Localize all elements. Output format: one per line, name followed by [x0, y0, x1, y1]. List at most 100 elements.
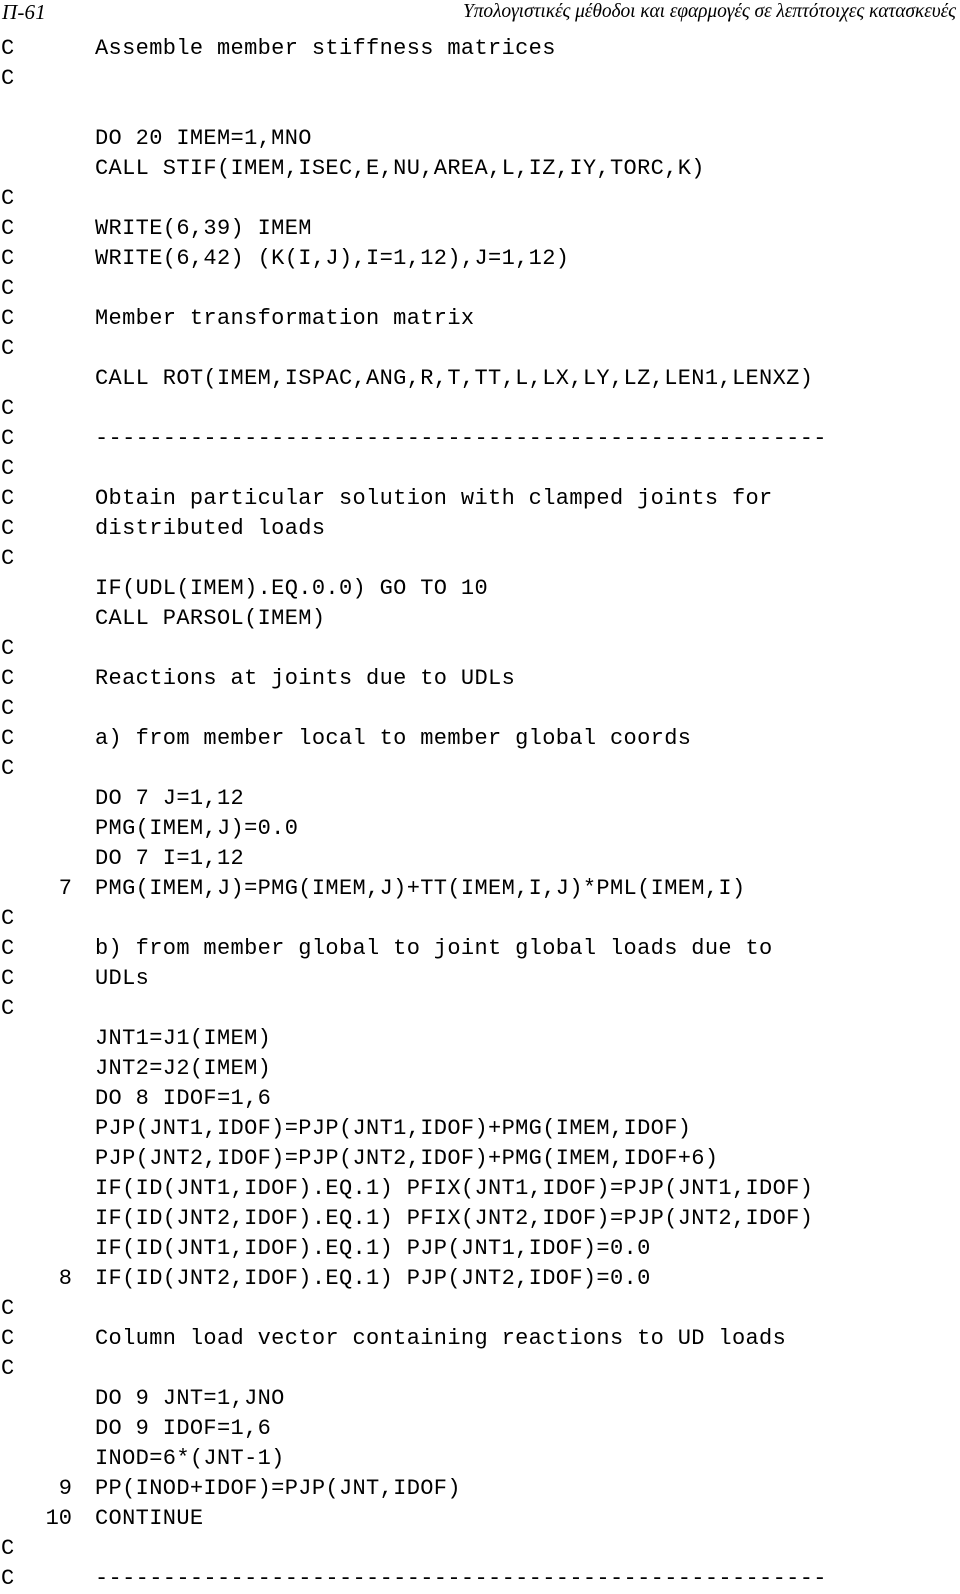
code-line: CALL STIF(IMEM,ISEC,E,NU,AREA,L,IZ,IY,TO…: [0, 154, 960, 184]
code-line: Cdistributed loads: [0, 514, 960, 544]
statement-label: 7: [58, 876, 72, 901]
code-text: JNT1=J1(IMEM): [95, 1026, 272, 1051]
comment-marker: C: [1, 36, 15, 61]
page-number: Π-61: [2, 0, 46, 24]
comment-marker: C: [1, 966, 15, 991]
comment-marker: C: [1, 246, 15, 271]
code-line: C: [0, 994, 960, 1024]
comment-marker: C: [1, 1536, 15, 1561]
code-line: IF(UDL(IMEM).EQ.0.0) GO TO 10: [0, 574, 960, 604]
code-text: PP(INOD+IDOF)=PJP(JNT,IDOF): [95, 1476, 461, 1501]
code-text: PMG(IMEM,J)=PMG(IMEM,J)+TT(IMEM,I,J)*PML…: [95, 876, 746, 901]
code-line: C ---------------------------------------…: [0, 424, 960, 454]
code-line: DO 20 IMEM=1,MNO: [0, 124, 960, 154]
comment-marker: C: [1, 186, 15, 211]
comment-marker: C: [1, 996, 15, 1021]
code-text: CALL PARSOL(IMEM): [95, 606, 326, 631]
code-line: JNT2=J2(IMEM): [0, 1054, 960, 1084]
code-text: DO 7 J=1,12: [95, 786, 245, 811]
code-text: JNT2=J2(IMEM): [95, 1056, 272, 1081]
code-text: IF(ID(JNT1,IDOF).EQ.1) PFIX(JNT1,IDOF)=P…: [95, 1176, 814, 1201]
code-text: WRITE(6,42) (K(I,J),I=1,12),J=1,12): [95, 246, 570, 271]
comment-marker: C: [1, 1566, 15, 1591]
code-text: CALL ROT(IMEM,ISPAC,ANG,R,T,TT,L,LX,LY,L…: [95, 366, 814, 391]
code-line: C: [0, 274, 960, 304]
code-text: DO 20 IMEM=1,MNO: [95, 126, 312, 151]
comment-marker: C: [1, 516, 15, 541]
code-line: C: [0, 334, 960, 364]
code-line: C Reactions at joints due to UDLs: [0, 664, 960, 694]
code-line: C: [0, 1354, 960, 1384]
code-text: DO 9 JNT=1,JNO: [95, 1386, 285, 1411]
code-text: PJP(JNT1,IDOF)=PJP(JNT1,IDOF)+PMG(IMEM,I…: [95, 1116, 692, 1141]
code-line: C: [0, 1294, 960, 1324]
code-line: C: [0, 184, 960, 214]
comment-marker: C: [1, 456, 15, 481]
code-line: 7 PMG(IMEM,J)=PMG(IMEM,J)+TT(IMEM,I,J)*PM…: [0, 874, 960, 904]
code-text: Member transformation matrix: [95, 306, 475, 331]
code-text: IF(UDL(IMEM).EQ.0.0) GO TO 10: [95, 576, 489, 601]
code-text: b) from member global to joint global lo…: [95, 936, 773, 961]
code-text: Column load vector containing reactions …: [95, 1326, 787, 1351]
code-line: IF(ID(JNT2,IDOF).EQ.1) PFIX(JNT2,IDOF)=P…: [0, 1204, 960, 1234]
code-text: PMG(IMEM,J)=0.0: [95, 816, 299, 841]
comment-marker: C: [1, 1356, 15, 1381]
code-line: C Obtain particular solution with clamped…: [0, 484, 960, 514]
code-line: C: [0, 904, 960, 934]
code-text: IF(ID(JNT2,IDOF).EQ.1) PFIX(JNT2,IDOF)=P…: [95, 1206, 814, 1231]
code-text: a) from member local to member global co…: [95, 726, 692, 751]
code-line: C ---------------------------------------…: [0, 1564, 960, 1594]
code-text: distributed loads: [95, 516, 326, 541]
code-line: C: [0, 1534, 960, 1564]
code-line: C: [0, 64, 960, 94]
comment-marker: C: [1, 756, 15, 781]
comment-marker: C: [1, 906, 15, 931]
comment-marker: C: [1, 666, 15, 691]
code-line: IF(ID(JNT1,IDOF).EQ.1) PJP(JNT1,IDOF)=0.…: [0, 1234, 960, 1264]
code-text: CONTINUE: [95, 1506, 204, 1531]
code-line: Cb) from member global to joint global l…: [0, 934, 960, 964]
code-line: JNT1=J1(IMEM): [0, 1024, 960, 1054]
code-line: PMG(IMEM,J)=0.0: [0, 814, 960, 844]
comment-marker: C: [1, 426, 15, 451]
comment-marker: C: [1, 306, 15, 331]
comment-marker: C: [1, 336, 15, 361]
code-line: IF(ID(JNT1,IDOF).EQ.1) PFIX(JNT1,IDOF)=P…: [0, 1174, 960, 1204]
code-text: IF(ID(JNT2,IDOF).EQ.1) PJP(JNT2,IDOF)=0.…: [95, 1266, 651, 1291]
code-text: DO 7 I=1,12: [95, 846, 245, 871]
code-line: DO 9 IDOF=1,6: [0, 1414, 960, 1444]
comment-marker: C: [1, 696, 15, 721]
code-line: 9 PP(INOD+IDOF)=PJP(JNT,IDOF): [0, 1474, 960, 1504]
code-line: DO 9 JNT=1,JNO: [0, 1384, 960, 1414]
code-text: CALL STIF(IMEM,ISEC,E,NU,AREA,L,IZ,IY,TO…: [95, 156, 705, 181]
comment-marker: C: [1, 936, 15, 961]
fortran-code-listing: C Assemble member stiffness matrices C DO 2…: [0, 34, 960, 1594]
code-line: PJP(JNT2,IDOF)=PJP(JNT2,IDOF)+PMG(IMEM,I…: [0, 1144, 960, 1174]
comment-marker: C: [1, 216, 15, 241]
document-page: Π-61 Υπολογιστικές μέθοδοι και εφαρμογές…: [0, 0, 960, 1591]
statement-label: 10: [45, 1506, 72, 1531]
comment-marker: C: [1, 1326, 15, 1351]
code-text: Obtain particular solution with clamped …: [95, 486, 773, 511]
code-line: DO 7 J=1,12: [0, 784, 960, 814]
comment-marker: C: [1, 636, 15, 661]
code-line: C UDLs: [0, 964, 960, 994]
code-text: ----------------------------------------…: [95, 1566, 827, 1591]
code-line: C Column load vector containing reactions…: [0, 1324, 960, 1354]
running-header: Π-61 Υπολογιστικές μέθοδοι και εφαρμογές…: [0, 0, 960, 30]
running-title: Υπολογιστικές μέθοδοι και εφαρμογές σε λ…: [463, 1, 956, 22]
code-line: C WRITE(6,39) IMEM: [0, 214, 960, 244]
code-text: DO 8 IDOF=1,6: [95, 1086, 272, 1111]
comment-marker: C: [1, 486, 15, 511]
code-text: UDLs: [95, 966, 150, 991]
code-text: Reactions at joints due to UDLs: [95, 666, 516, 691]
code-line: CALL ROT(IMEM,ISPAC,ANG,R,T,TT,L,LX,LY,L…: [0, 364, 960, 394]
code-line: 8 IF(ID(JNT2,IDOF).EQ.1) PJP(JNT2,IDOF)=0…: [0, 1264, 960, 1294]
comment-marker: C: [1, 726, 15, 751]
code-text: PJP(JNT2,IDOF)=PJP(JNT2,IDOF)+PMG(IMEM,I…: [95, 1146, 719, 1171]
code-line: C: [0, 634, 960, 664]
code-line: C: [0, 544, 960, 574]
code-line: C: [0, 694, 960, 724]
code-text: DO 9 IDOF=1,6: [95, 1416, 272, 1441]
